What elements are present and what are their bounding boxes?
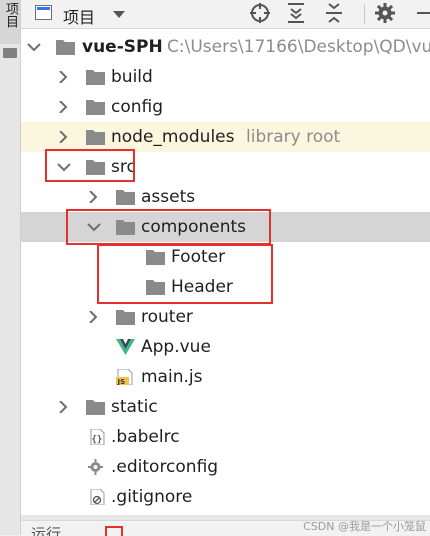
tree-row-app-vue[interactable]: App.vue [21,332,430,362]
chevron-down-icon[interactable] [113,11,125,18]
tree-row-src[interactable]: src [21,152,430,182]
project-tree: vue-SPH C:\Users\17166\Desktop\QD\vue bu… [21,29,430,515]
vue-file-icon [116,339,135,355]
tree-row-main-js[interactable]: JS main.js [21,362,430,392]
gear-icon[interactable] [373,0,397,26]
chevron-right-icon[interactable] [57,92,71,122]
json-file-icon: {} [88,428,107,446]
js-file-icon: JS [116,368,135,386]
locate-target-icon[interactable] [248,0,272,26]
chevron-down-icon[interactable] [27,32,41,62]
tree-label: .gitignore [111,487,193,507]
project-window-icon [35,5,52,20]
tree-label: router [141,307,193,327]
library-root-hint: library root [246,127,341,147]
tree-row-static[interactable]: static [21,392,430,422]
folder-icon [56,39,75,55]
tree-label: static [111,397,158,417]
chevron-down-icon[interactable] [87,212,101,242]
bottom-bar: 运行 CSDN @我是一个小笼鼠 [21,520,430,536]
svg-text:JS: JS [117,378,126,385]
project-toolbar: 项目 [21,0,430,29]
chevron-right-icon[interactable] [57,62,71,92]
ignore-file-icon [88,488,107,506]
chevron-right-icon[interactable] [87,302,101,332]
toolbar-divider [364,4,365,24]
tree-label: src [111,157,136,177]
tree-label: main.js [141,367,203,387]
hide-panel-icon[interactable] [413,0,430,26]
tree-label: components [141,217,247,237]
tree-row-gitignore[interactable]: .gitignore [21,482,430,512]
tree-label: node_modules [111,127,235,147]
project-view-selector-label[interactable]: 项目 [63,4,95,28]
tree-label: build [111,67,153,87]
tree-label: vue-SPH [82,37,163,57]
svg-text:{}: {} [92,435,103,445]
collapse-all-icon[interactable] [322,0,346,26]
tree-row-footer[interactable]: Footer [21,242,430,272]
tree-label: Header [171,277,233,297]
folder-icon [146,249,165,265]
chevron-right-icon[interactable] [87,182,101,212]
tree-row-assets[interactable]: assets [21,182,430,212]
tree-label: .editorconfig [111,457,219,477]
folder-icon [116,309,135,325]
folder-icon [86,159,105,175]
tree-row-root[interactable]: vue-SPH C:\Users\17166\Desktop\QD\vue [21,32,430,62]
tree-row-config[interactable]: config [21,92,430,122]
folder-icon [116,189,135,205]
tree-label: assets [141,187,196,207]
tree-label: App.vue [141,337,211,357]
project-path-hint: C:\Users\17166\Desktop\QD\vue [167,37,430,57]
chevron-right-icon[interactable] [57,392,71,422]
tree-row-components[interactable]: components [21,212,430,242]
side-tool-strip: 项目 [0,0,21,535]
tree-row-babelrc[interactable]: {} .babelrc [21,422,430,452]
tree-row-node-modules[interactable]: node_modules library root [21,122,430,152]
tree-label: config [111,97,164,117]
tree-label: Footer [171,247,226,267]
folder-icon[interactable] [3,48,17,58]
chevron-right-icon[interactable] [57,122,71,152]
folder-icon [86,129,105,145]
project-tool-tab-label: 项目 [3,2,18,28]
expand-all-icon[interactable] [284,0,308,26]
folder-icon [86,399,105,415]
folder-icon [86,99,105,115]
project-tool-tab[interactable]: 项目 [0,0,20,44]
folder-icon [116,219,135,235]
tree-label: .babelrc [111,427,180,447]
tree-row-build[interactable]: build [21,62,430,92]
tree-row-editorconfig[interactable]: .editorconfig [21,452,430,482]
run-tab-label[interactable]: 运行 [31,523,61,536]
tree-row-router[interactable]: router [21,302,430,332]
folder-icon [146,279,165,295]
gear-icon [86,459,105,475]
tree-row-header[interactable]: Header [21,272,430,302]
watermark: CSDN @我是一个小笼鼠 [303,520,426,533]
folder-icon [86,69,105,85]
chevron-down-icon[interactable] [57,152,71,182]
